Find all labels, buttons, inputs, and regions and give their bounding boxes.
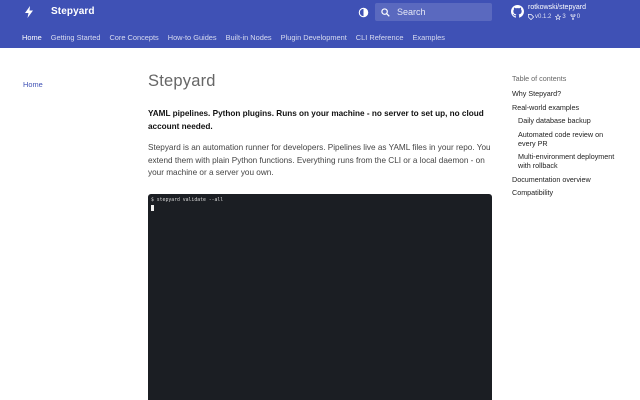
search-box[interactable] (375, 3, 492, 21)
site-title[interactable]: Stepyard (51, 6, 95, 17)
repo-stars-count: 3 (562, 14, 566, 20)
toc-item-documentation-overview[interactable]: Documentation overview (512, 175, 620, 184)
github-icon (511, 5, 524, 18)
toc-item-compatibility[interactable]: Compatibility (512, 188, 620, 197)
tab-home[interactable]: Home (22, 33, 42, 42)
toc-item-automated-code-review[interactable]: Automated code review on every PR (512, 130, 620, 148)
header: Stepyard rotkowski/stepyard v0.1.2 (0, 0, 640, 48)
terminal-cursor (151, 205, 154, 211)
tab-cli-reference[interactable]: CLI Reference (356, 33, 404, 42)
fork-icon (570, 14, 576, 20)
star-icon (555, 14, 562, 20)
repo-stars: 3 (555, 13, 566, 21)
toc-item-multi-environment-deployment[interactable]: Multi-environment deployment with rollba… (512, 152, 620, 170)
bolt-icon[interactable] (22, 4, 36, 20)
page-title: Stepyard (148, 72, 216, 90)
repo-link[interactable]: rotkowski/stepyard v0.1.2 3 0 (511, 3, 586, 23)
toc-item-daily-database-backup[interactable]: Daily database backup (512, 116, 620, 125)
repo-forks: 0 (570, 13, 580, 21)
tab-getting-started[interactable]: Getting Started (51, 33, 101, 42)
theme-toggle-icon[interactable] (356, 5, 370, 19)
toc-title: Table of contents (512, 74, 567, 83)
terminal-demo: $ stepyard validate --all (148, 194, 492, 400)
toc-item-why-stepyard[interactable]: Why Stepyard? (512, 89, 620, 98)
left-nav: Home (23, 74, 43, 92)
search-input[interactable] (397, 7, 487, 17)
tab-examples[interactable]: Examples (412, 33, 444, 42)
nav-tabs: Home Getting Started Core Concepts How-t… (0, 26, 640, 48)
intro-paragraph: Stepyard is an automation runner for dev… (148, 143, 491, 177)
tab-how-to-guides[interactable]: How-to Guides (168, 33, 217, 42)
left-nav-home-link[interactable]: Home (23, 80, 43, 89)
tag-icon (528, 14, 534, 20)
lead-text: YAML pipelines. Python plugins. Runs on … (148, 109, 484, 131)
search-icon (381, 7, 391, 17)
terminal-command: $ stepyard validate --all (151, 198, 224, 203)
tab-built-in-nodes[interactable]: Built-in Nodes (226, 33, 272, 42)
tab-plugin-development[interactable]: Plugin Development (281, 33, 347, 42)
repo-forks-count: 0 (576, 14, 581, 20)
repo-version-label: v0.1.2 (535, 14, 552, 20)
toc-item-real-world-examples[interactable]: Real-world examples (512, 103, 620, 112)
tab-core-concepts[interactable]: Core Concepts (109, 33, 158, 42)
table-of-contents: Table of contents Why Stepyard? Real-wor… (512, 74, 620, 202)
repo-version: v0.1.2 (528, 13, 551, 21)
main-content: Stepyard YAML pipelines. Python plugins.… (148, 72, 492, 180)
repo-name: rotkowski/stepyard (528, 4, 586, 11)
